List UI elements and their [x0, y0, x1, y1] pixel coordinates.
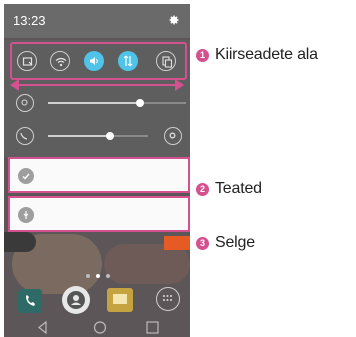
data-transfer-icon	[123, 55, 133, 67]
wifi-toggle[interactable]	[50, 51, 70, 71]
sound-icon	[90, 57, 98, 65]
notification-item[interactable]	[8, 157, 190, 193]
callout-label: Kiirseadete ala	[215, 46, 318, 63]
usb-icon	[18, 207, 34, 223]
check-icon	[18, 168, 34, 184]
messaging-app-icon[interactable]	[107, 288, 133, 312]
navigation-bar	[4, 318, 190, 337]
volume-settings-gear-icon[interactable]	[164, 127, 182, 145]
status-bar: 13:23	[4, 4, 190, 38]
contacts-app-icon[interactable]	[62, 286, 90, 314]
wifi-icon	[55, 57, 67, 67]
screen-capture-icon	[22, 57, 33, 66]
volume-fill	[48, 135, 110, 137]
status-time: 13:23	[13, 13, 46, 28]
notification-item[interactable]	[8, 196, 190, 232]
callout-number-badge: 3	[196, 236, 209, 250]
callout-notifications: 2 Teated	[196, 180, 262, 198]
page-indicator-dot	[106, 274, 110, 278]
swipe-indicator-line	[16, 84, 178, 86]
copy-toggle[interactable]	[156, 51, 176, 71]
phone-app-icon[interactable]	[18, 289, 42, 313]
copy-icon	[162, 56, 173, 68]
callout-label: Teated	[215, 180, 262, 197]
swipe-right-arrow-icon	[175, 79, 184, 91]
callout-quick-settings: 1 Kiirseadete ala	[196, 46, 318, 64]
clear-button[interactable]	[164, 236, 190, 250]
recents-icon	[146, 321, 159, 334]
data-transfer-toggle[interactable]	[118, 51, 138, 71]
sound-toggle[interactable]	[84, 51, 104, 71]
callout-number-badge: 2	[196, 182, 209, 196]
apps-drawer-icon[interactable]	[156, 287, 180, 311]
screen-capture-toggle[interactable]	[17, 51, 37, 71]
page-indicator-dot	[86, 274, 90, 278]
settings-gear-icon[interactable]	[168, 13, 180, 31]
brightness-fill	[48, 102, 140, 104]
phone-screen: 13:23	[4, 4, 190, 337]
back-icon	[38, 320, 47, 335]
brightness-icon	[16, 94, 34, 112]
callout-number-badge: 1	[196, 48, 209, 62]
page-indicator-dot-active	[96, 274, 100, 278]
volume-slider-thumb[interactable]	[106, 131, 114, 140]
brightness-slider-thumb[interactable]	[136, 98, 144, 107]
home-icon	[93, 321, 107, 334]
callout-label: Selge	[215, 234, 255, 251]
callout-clear: 3 Selge	[196, 234, 255, 252]
ringtone-volume-icon	[16, 127, 34, 145]
